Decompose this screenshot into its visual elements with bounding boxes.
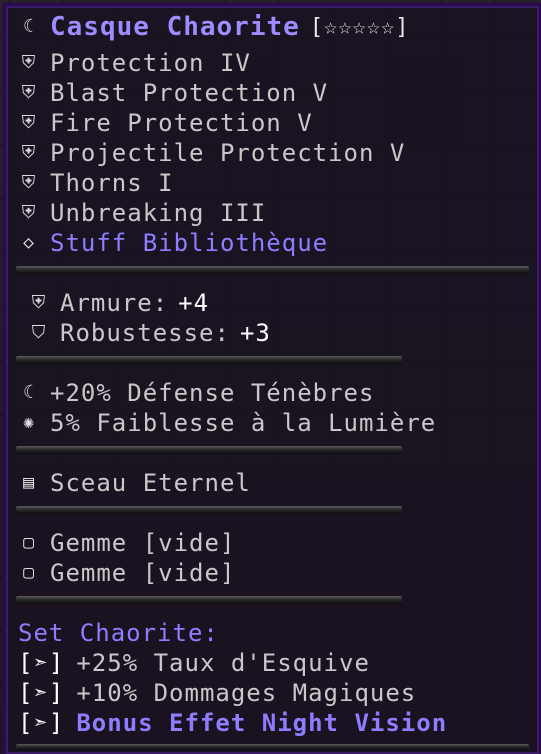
item-stars: [☆☆☆☆☆] xyxy=(309,14,410,40)
diamond-icon: ◇ xyxy=(23,232,35,253)
collection-line: ◇ Stuff Bibliothèque xyxy=(18,228,328,258)
arrow-icon: [➣] xyxy=(18,679,65,707)
enchant-line: ⛨ Thorns I xyxy=(18,168,174,198)
shield-icon: ⛨ xyxy=(21,202,37,223)
moon-icon: ☾ xyxy=(23,16,35,37)
tooltip-title-row: ☾ Casque Chaorite [☆☆☆☆☆] xyxy=(18,12,410,42)
shield-icon: ⛨ xyxy=(21,172,37,193)
gem-line: ▢ Gemme [vide] xyxy=(18,558,235,588)
enchant-line: ⛨ Fire Protection V xyxy=(18,108,313,138)
game-screen: ☾ Casque Chaorite [☆☆☆☆☆] ⛨ Protection IV… xyxy=(0,0,541,754)
stat-line: ⛉ Robustesse: +3 xyxy=(28,318,271,348)
set-bonus-line: [➣] Bonus Effet Night Vision xyxy=(18,709,448,737)
separator xyxy=(16,446,402,454)
item-title: Casque Chaorite xyxy=(50,12,300,42)
set-bonus-line: [➣] +10% Dommages Magiques xyxy=(18,679,417,707)
separator xyxy=(16,266,529,274)
arrow-icon: [➣] xyxy=(18,709,65,737)
separator xyxy=(16,356,402,364)
seal-icon: ▤ xyxy=(23,472,35,493)
set-bonus-line: [➣] +25% Taux d'Esquive xyxy=(18,649,370,677)
sun-icon: ✺ xyxy=(23,412,35,433)
bonus-line: ✺ 5% Faiblesse à la Lumière xyxy=(18,408,436,438)
moon-icon: ☾ xyxy=(23,382,35,403)
shield-icon: ⛨ xyxy=(21,82,37,103)
seal-line: ▤ Sceau Eternel xyxy=(18,468,251,498)
bonus-line: ☾ +20% Défense Ténèbres xyxy=(18,378,374,408)
shield-icon: ⛨ xyxy=(21,142,37,163)
shield-icon: ⛨ xyxy=(21,112,37,133)
separator xyxy=(16,744,529,750)
empty-gem-icon: ▢ xyxy=(23,532,35,553)
gem-line: ▢ Gemme [vide] xyxy=(18,528,235,558)
enchant-line: ⛨ Projectile Protection V xyxy=(18,138,405,168)
separator xyxy=(16,596,402,604)
arrow-icon: [➣] xyxy=(18,649,65,677)
enchant-line: ⛨ Blast Protection V xyxy=(18,78,328,108)
item-tooltip: ☾ Casque Chaorite [☆☆☆☆☆] ⛨ Protection IV… xyxy=(3,3,541,754)
stat-line: ⛨ Armure: +4 xyxy=(28,288,209,318)
empty-gem-icon: ▢ xyxy=(23,562,35,583)
enchant-line: ⛨ Unbreaking III xyxy=(18,198,266,228)
separator xyxy=(16,506,402,514)
enchant-line: ⛨ Protection IV xyxy=(18,48,251,78)
set-title: Set Chaorite: xyxy=(18,619,219,647)
shield-icon: ⛨ xyxy=(21,52,37,73)
shield-icon: ⛉ xyxy=(31,322,47,343)
shield-icon: ⛨ xyxy=(31,292,47,313)
